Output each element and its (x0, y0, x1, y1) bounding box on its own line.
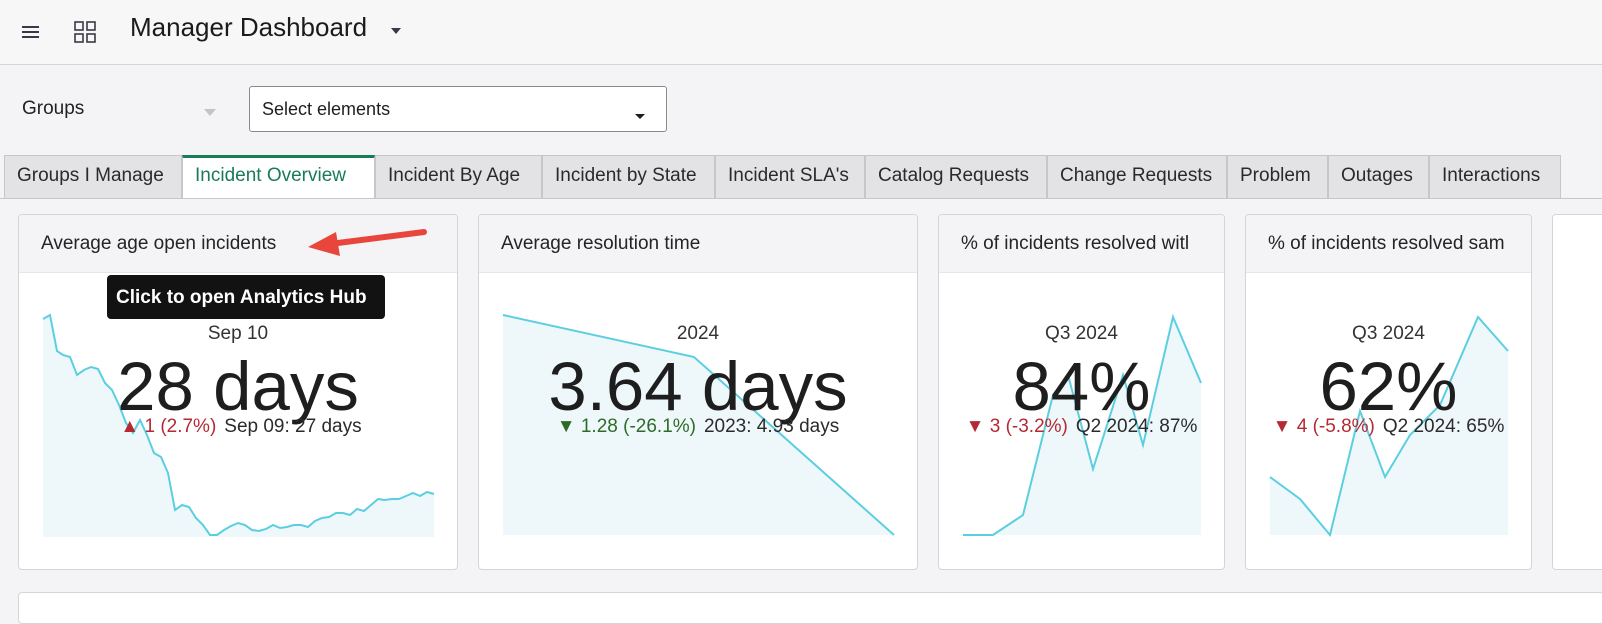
tab-groups-i-manage[interactable]: Groups I Manage (4, 155, 182, 198)
tab-incident-by-state[interactable]: Incident by State (542, 155, 715, 198)
tab-problem[interactable]: Problem (1227, 155, 1328, 198)
dashboard-switch-caret-icon[interactable] (390, 22, 402, 40)
kpi-delta: ▲ 1 (2.7%) (120, 416, 217, 437)
card-title[interactable]: Average resolution time (501, 233, 700, 255)
card-header[interactable]: % of incidents resolved sam (1246, 215, 1531, 273)
tab-interactions[interactable]: Interactions (1429, 155, 1561, 198)
groups-filter-label: Groups (22, 98, 85, 119)
kpi-value: 3.64 days (548, 348, 848, 425)
tab-incident-overview[interactable]: Incident Overview (182, 155, 375, 198)
kpi-value: 62% (1319, 348, 1458, 425)
kpi-change: ▼ 1.28 (-26.1%) 2023: 4.93 days (479, 416, 917, 438)
annotation-arrow-icon (308, 229, 427, 256)
dashboard-tabs: Groups I Manage Incident Overview Incide… (4, 155, 1602, 198)
tab-outages[interactable]: Outages (1328, 155, 1429, 198)
kpi-card-resolved-same[interactable]: % of incidents resolved sam Q3 2024 62% … (1245, 214, 1532, 570)
tab-change-requests[interactable]: Change Requests (1047, 155, 1227, 198)
kpi-value: 28 days (117, 348, 359, 425)
card-title[interactable]: % of incidents resolved sam (1268, 233, 1505, 255)
kpi-value: 84% (1012, 348, 1151, 425)
kpi-period: Q3 2024 (1045, 323, 1118, 344)
card-title[interactable]: % of incidents resolved witl (961, 233, 1189, 255)
tab-incident-slas[interactable]: Incident SLA's (715, 155, 865, 198)
groups-caret-icon[interactable] (203, 104, 217, 122)
chevron-down-icon (634, 107, 646, 125)
kpi-delta: ▼ 3 (-3.2%) (965, 416, 1068, 437)
kpi-period: Sep 10 (207, 323, 269, 344)
kpi-comparison: Q2 2024: 87% (1075, 416, 1198, 437)
kpi-period: Q3 2024 (1352, 323, 1425, 344)
kpi-comparison: Q2 2024: 65% (1382, 416, 1505, 437)
select-placeholder: Select elements (262, 99, 391, 119)
groups-select[interactable]: Select elements (249, 86, 667, 132)
kpi-delta: ▼ 1.28 (-26.1%) (556, 416, 696, 437)
kpi-period: 2024 (676, 323, 720, 344)
card-header[interactable]: % of incidents resolved witl (939, 215, 1224, 273)
card-header[interactable]: Average resolution time (479, 215, 917, 273)
kpi-change: ▼ 3 (-3.2%) Q2 2024: 87% (939, 416, 1224, 438)
kpi-change: ▼ 4 (-5.8%) Q2 2024: 65% (1246, 416, 1531, 438)
tabs-divider (0, 198, 1602, 199)
tab-incident-by-age[interactable]: Incident By Age (375, 155, 542, 198)
kpi-card-average-resolution[interactable]: Average resolution time 2024 3.64 days ▼… (478, 214, 918, 570)
kpi-comparison: Sep 09: 27 days (224, 416, 362, 437)
bottom-panel (18, 592, 1602, 624)
kpi-card-resolved-within[interactable]: % of incidents resolved witl Q3 2024 84%… (938, 214, 1225, 570)
kpi-card-partial[interactable] (1552, 214, 1602, 570)
kpi-change: ▲ 1 (2.7%) Sep 09: 27 days (19, 416, 457, 438)
dashboard-title[interactable]: Manager Dashboard (130, 12, 367, 43)
hamburger-menu-icon[interactable] (17, 18, 45, 46)
tab-catalog-requests[interactable]: Catalog Requests (865, 155, 1047, 198)
kpi-card-average-age[interactable]: Average age open incidents Sep 10 28 day… (18, 214, 458, 570)
analytics-hub-tooltip: Click to open Analytics Hub (107, 275, 385, 319)
kpi-comparison: 2023: 4.93 days (703, 416, 840, 437)
grid-apps-icon[interactable] (71, 18, 99, 46)
top-bar: Manager Dashboard (0, 0, 1602, 65)
card-title[interactable]: Average age open incidents (41, 233, 276, 255)
kpi-delta: ▼ 4 (-5.8%) (1272, 416, 1375, 437)
